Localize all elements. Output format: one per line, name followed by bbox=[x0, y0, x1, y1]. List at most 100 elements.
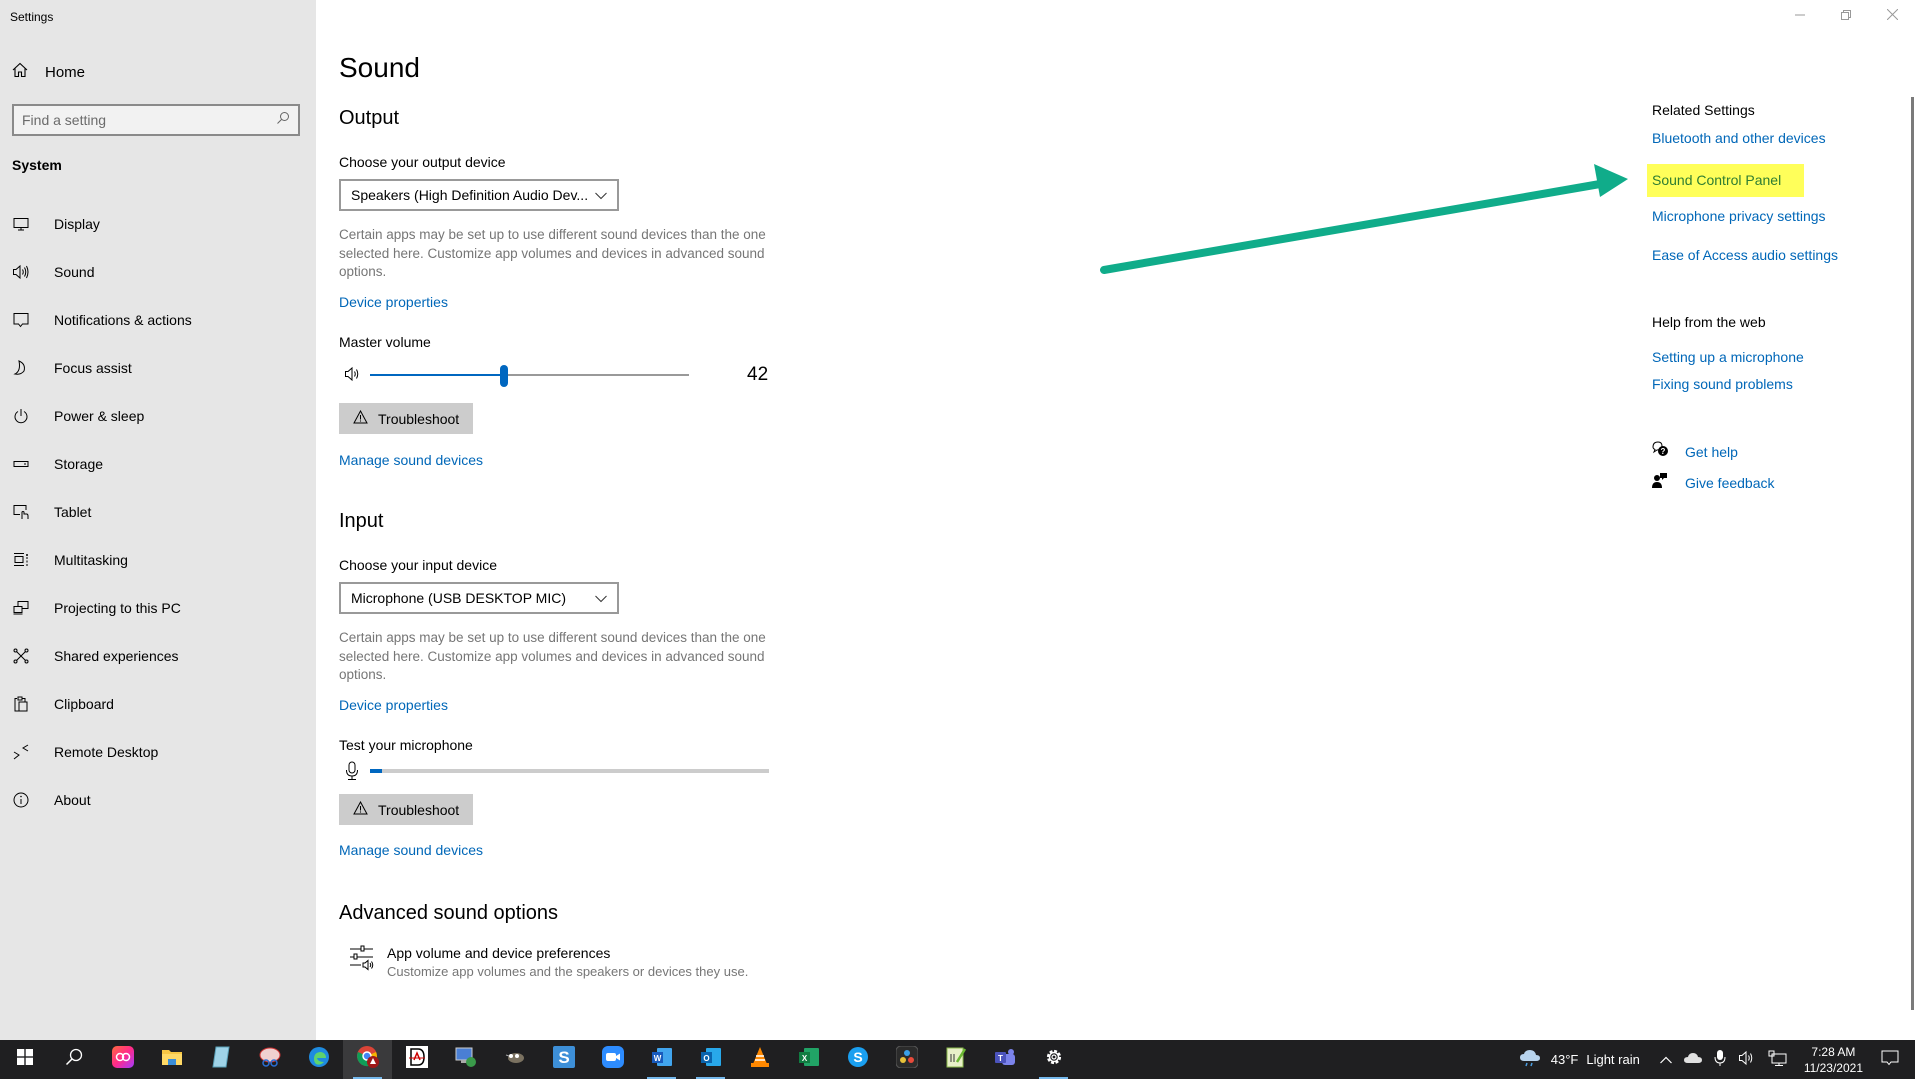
taskbar-remote-app[interactable] bbox=[441, 1040, 490, 1079]
taskbar-snagit[interactable]: S bbox=[539, 1040, 588, 1079]
taskbar-teams[interactable]: T bbox=[980, 1040, 1029, 1079]
action-center-button[interactable] bbox=[1881, 1050, 1899, 1069]
volume-tray[interactable] bbox=[1738, 1050, 1756, 1069]
annotation-arrow-shaft bbox=[1100, 180, 1604, 274]
sidebar-home[interactable]: Home bbox=[12, 62, 85, 83]
projecting-icon bbox=[12, 599, 30, 617]
speaker-icon bbox=[1738, 1050, 1756, 1069]
sidebar-item-focus-assist[interactable]: Focus assist bbox=[0, 344, 316, 392]
minimize-button[interactable] bbox=[1777, 0, 1823, 32]
taskbar-creative-cloud[interactable] bbox=[98, 1040, 147, 1079]
output-device-label: Choose your output device bbox=[339, 154, 506, 170]
search-icon bbox=[65, 1048, 83, 1071]
sidebar-item-storage[interactable]: Storage bbox=[0, 440, 316, 488]
output-device-dropdown[interactable]: Speakers (High Definition Audio Dev... bbox=[339, 179, 619, 211]
related-link-microphone-privacy[interactable]: Microphone privacy settings bbox=[1652, 208, 1826, 224]
weather-temperature: 43°F bbox=[1550, 1052, 1579, 1067]
multitasking-icon bbox=[12, 551, 30, 569]
taskbar-settings[interactable] bbox=[1029, 1040, 1078, 1079]
sidebar-item-about[interactable]: About bbox=[0, 776, 316, 824]
sidebar-item-clipboard[interactable]: Clipboard bbox=[0, 680, 316, 728]
search-icon[interactable] bbox=[276, 111, 290, 130]
taskbar-edge[interactable] bbox=[294, 1040, 343, 1079]
search-box[interactable] bbox=[12, 104, 300, 136]
taskbar-drawing-app[interactable] bbox=[392, 1040, 441, 1079]
related-link-bluetooth[interactable]: Bluetooth and other devices bbox=[1652, 130, 1826, 146]
give-feedback-link[interactable]: Give feedback bbox=[1652, 472, 1775, 493]
related-link-ease-of-access-audio[interactable]: Ease of Access audio settings bbox=[1652, 247, 1838, 263]
taskbar-gimp[interactable] bbox=[490, 1040, 539, 1079]
sound-control-panel-highlight[interactable]: Sound Control Panel bbox=[1647, 164, 1804, 197]
network-tray[interactable] bbox=[1768, 1050, 1788, 1069]
taskbar-excel[interactable]: X bbox=[784, 1040, 833, 1079]
master-volume-thumb[interactable] bbox=[499, 365, 508, 387]
output-manage-devices-link[interactable]: Manage sound devices bbox=[339, 452, 483, 468]
master-volume-slider[interactable] bbox=[370, 365, 689, 387]
notification-icon bbox=[12, 311, 30, 329]
taskbar-search-button[interactable] bbox=[49, 1040, 98, 1079]
sidebar-item-sound[interactable]: Sound bbox=[0, 248, 316, 296]
get-help-label: Get help bbox=[1685, 443, 1738, 460]
related-link-sound-control-panel[interactable]: Sound Control Panel bbox=[1652, 172, 1781, 188]
sidebar-item-label: Power & sleep bbox=[54, 408, 145, 424]
sidebar-item-multitasking[interactable]: Multitasking bbox=[0, 536, 316, 584]
start-button[interactable] bbox=[0, 1040, 49, 1079]
help-link-setting-up-microphone[interactable]: Setting up a microphone bbox=[1652, 349, 1804, 365]
get-help-icon: ? bbox=[1652, 441, 1669, 462]
sidebar-item-power[interactable]: Power & sleep bbox=[0, 392, 316, 440]
taskbar-word[interactable]: W bbox=[637, 1040, 686, 1079]
input-device-label: Choose your input device bbox=[339, 557, 497, 573]
input-device-properties-link[interactable]: Device properties bbox=[339, 697, 448, 713]
sidebar-item-remote-desktop[interactable]: Remote Desktop bbox=[0, 728, 316, 776]
taskbar-outlook[interactable]: O bbox=[686, 1040, 735, 1079]
input-troubleshoot-button[interactable]: Troubleshoot bbox=[339, 794, 473, 825]
microphone-tray[interactable] bbox=[1714, 1049, 1726, 1070]
app-title: Settings bbox=[10, 10, 54, 24]
scrollbar[interactable] bbox=[1911, 97, 1914, 1010]
sidebar-item-shared-experiences[interactable]: Shared experiences bbox=[0, 632, 316, 680]
sidebar-item-display[interactable]: Display bbox=[0, 200, 316, 248]
help-from-web-heading: Help from the web bbox=[1652, 314, 1766, 330]
sidebar-item-tablet[interactable]: Tablet bbox=[0, 488, 316, 536]
taskbar-file-explorer[interactable] bbox=[147, 1040, 196, 1079]
weather-description: Light rain bbox=[1586, 1052, 1640, 1067]
restore-button[interactable] bbox=[1823, 0, 1869, 32]
microphone-level-fill bbox=[370, 769, 382, 773]
input-manage-devices-link[interactable]: Manage sound devices bbox=[339, 842, 483, 858]
search-input[interactable] bbox=[22, 112, 276, 128]
app-volume-preferences[interactable]: App volume and device preferences Custom… bbox=[349, 945, 748, 979]
taskbar-zoom[interactable] bbox=[588, 1040, 637, 1079]
help-link-fixing-sound-problems[interactable]: Fixing sound problems bbox=[1652, 376, 1793, 392]
taskbar-snipping-tool[interactable] bbox=[245, 1040, 294, 1079]
moon-icon bbox=[12, 359, 30, 377]
output-device-properties-link[interactable]: Device properties bbox=[339, 294, 448, 310]
svg-text:S: S bbox=[558, 1048, 569, 1067]
output-troubleshoot-button[interactable]: Troubleshoot bbox=[339, 403, 473, 434]
network-icon bbox=[1768, 1050, 1788, 1069]
creative-cloud-icon bbox=[111, 1046, 134, 1073]
taskbar-vlc[interactable] bbox=[735, 1040, 784, 1079]
sidebar-item-projecting[interactable]: Projecting to this PC bbox=[0, 584, 316, 632]
zoom-icon bbox=[601, 1046, 624, 1073]
input-device-dropdown[interactable]: Microphone (USB DESKTOP MIC) bbox=[339, 582, 619, 614]
speaker-icon[interactable] bbox=[344, 366, 362, 387]
show-hidden-icons-button[interactable] bbox=[1659, 1052, 1672, 1067]
onedrive-tray[interactable] bbox=[1683, 1052, 1702, 1067]
taskbar-davinci-resolve[interactable] bbox=[882, 1040, 931, 1079]
clock[interactable]: 7:28 AM 11/23/2021 bbox=[1804, 1044, 1863, 1076]
teams-icon: T bbox=[993, 1046, 1017, 1073]
clock-time: 7:28 AM bbox=[1811, 1044, 1856, 1059]
chevron-up-icon bbox=[1659, 1052, 1672, 1067]
sidebar-item-label: Focus assist bbox=[54, 360, 132, 376]
home-label: Home bbox=[45, 64, 86, 81]
weather-widget[interactable]: 43°F Light rain bbox=[1519, 1049, 1640, 1070]
taskbar-notepad[interactable] bbox=[196, 1040, 245, 1079]
taskbar-skype[interactable]: S bbox=[833, 1040, 882, 1079]
app-volume-description: Customize app volumes and the speakers o… bbox=[387, 964, 749, 979]
sidebar-item-label: Storage bbox=[54, 456, 104, 472]
get-help-link[interactable]: ? Get help bbox=[1652, 441, 1738, 462]
taskbar-chrome[interactable] bbox=[343, 1040, 392, 1079]
taskbar-notepad-plus[interactable] bbox=[931, 1040, 980, 1079]
sidebar-item-notifications[interactable]: Notifications & actions bbox=[0, 296, 316, 344]
close-button[interactable] bbox=[1869, 0, 1915, 32]
